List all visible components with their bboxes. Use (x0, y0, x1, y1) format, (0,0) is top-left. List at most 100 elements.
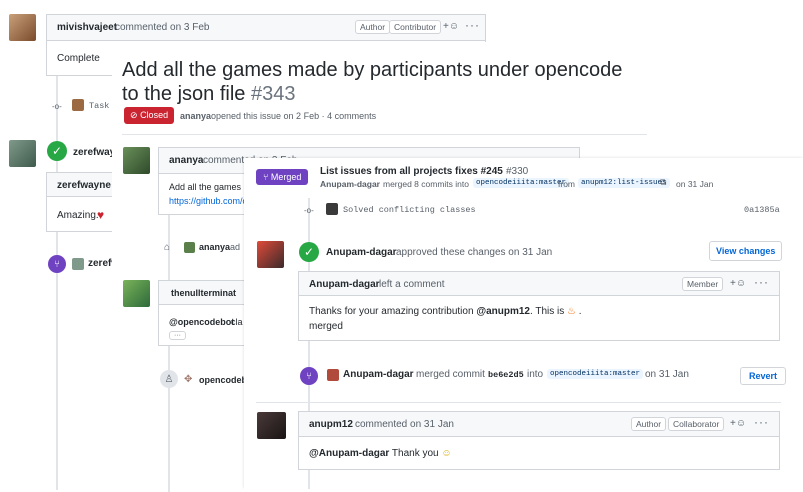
comment-body: @Anupam-dagar Thank you ☺ (298, 436, 780, 470)
comment-text: Add all the games m (169, 182, 252, 192)
avatar[interactable] (123, 280, 150, 307)
opened-author[interactable]: ananya (180, 111, 211, 121)
comment-body: Thanks for your amazing contribution @an… (298, 295, 780, 341)
check-icon: ✓ (299, 242, 319, 262)
merge-icon: ⑂ (48, 255, 66, 273)
view-changes-button[interactable]: View changes (709, 241, 783, 261)
contributor-badge: Contributor (389, 20, 442, 34)
comment-author[interactable]: ananya (169, 155, 203, 166)
event-author[interactable]: ananya (199, 242, 230, 252)
comment-header: anupm12 commented on 31 Jan Author Colla… (298, 411, 780, 436)
add-reaction-icon[interactable]: +☺ (730, 278, 746, 289)
state-merged-badge: ⑂ Merged (256, 169, 309, 185)
merge-text: merged commit (416, 369, 485, 380)
merge-icon: ⑂ (263, 172, 269, 182)
comment-author[interactable]: zerefwayne (57, 180, 111, 191)
smile-icon: ☺ (441, 448, 452, 459)
avatar[interactable] (72, 258, 84, 270)
comment-link[interactable]: https://github.com/o (169, 196, 248, 206)
copy-icon[interactable]: ⧉ (660, 177, 666, 188)
closed-icon: ⊘ (130, 110, 138, 120)
bot-avatar-icon[interactable]: ✥ (184, 374, 192, 385)
tag-icon: ⌂ (164, 242, 171, 253)
merge-text: merged 8 commits into (383, 179, 469, 189)
comment-author[interactable]: anupm12 (309, 419, 353, 430)
comment-text: Thanks for your amazing contribution @an… (309, 306, 582, 317)
user-mention[interactable]: @anupm12 (476, 306, 530, 317)
comment-text: Amazing. (57, 210, 99, 221)
avatar[interactable] (327, 369, 339, 381)
comment-meta: left a comment (379, 279, 445, 290)
comment-header: mivishvajeet commented on 3 Feb Author C… (46, 14, 486, 40)
avatar[interactable] (257, 241, 284, 268)
divider (122, 134, 647, 135)
timeline-line (56, 75, 58, 490)
avatar[interactable] (9, 140, 36, 167)
merge-date: on 31 Jan (645, 369, 689, 380)
review-author[interactable]: Anupam-dagar (326, 247, 397, 258)
base-branch[interactable]: opencodeiiita:master (473, 178, 570, 188)
avatar[interactable] (184, 242, 195, 253)
base-branch[interactable]: opencodeiiita:master (547, 369, 644, 379)
user-mention[interactable]: @Anupam-dagar (309, 448, 389, 459)
comment-text: cla (231, 317, 243, 327)
avatar[interactable] (9, 14, 36, 41)
state-label: Closed (140, 110, 169, 120)
commit-icon: -o- (304, 206, 314, 215)
pr-number: #330 (506, 166, 529, 177)
member-badge: Member (682, 277, 724, 291)
comment-author[interactable]: mivishvajeet (57, 22, 117, 33)
merge-date: on 31 Jan (676, 179, 714, 189)
avatar[interactable] (326, 203, 338, 215)
person-icon: ♙ (160, 370, 178, 388)
comment-text-line2: merged (309, 321, 343, 332)
author-badge: Author (355, 20, 391, 34)
bot-mention[interactable]: @opencodebot (169, 317, 234, 327)
state-label: Merged (270, 172, 302, 182)
merge-author[interactable]: Anupam-dagar (320, 179, 380, 189)
expand-details-button[interactable]: ··· (169, 331, 186, 340)
comment-meta: commented on 3 Feb (115, 22, 210, 33)
avatar[interactable] (72, 99, 84, 111)
event-meta: ad (230, 242, 241, 252)
comment-text-body: Thank you (389, 448, 439, 459)
commit-message[interactable]: Solved conflicting classes (343, 205, 476, 215)
merge-commit-sha[interactable]: be6e2d5 (488, 370, 524, 380)
issue-title-text: Add all the games made by participants u… (122, 59, 623, 105)
state-closed-badge: ⊘ Closed (124, 107, 175, 124)
revert-button[interactable]: Revert (740, 367, 787, 385)
more-options-icon[interactable]: ··· (465, 18, 480, 32)
commit-icon: -o- (52, 102, 62, 111)
more-options-icon[interactable]: ··· (754, 275, 769, 289)
more-options-icon[interactable]: ··· (754, 415, 769, 429)
comment-meta: commented on 31 Jan (355, 419, 454, 430)
add-reaction-icon[interactable]: +☺ (730, 418, 746, 429)
avatar[interactable] (123, 147, 150, 174)
comment-text-post: . This is (529, 306, 565, 317)
comment-author[interactable]: Anupam-dagar (309, 279, 380, 290)
divider (256, 402, 781, 403)
merge-author[interactable]: Anupam-dagar (343, 369, 414, 380)
comment-text: @Anupam-dagar Thank you ☺ (309, 448, 452, 459)
heart-icon: ♥ (97, 208, 105, 222)
merge-icon: ⑂ (300, 367, 318, 385)
event-author[interactable]: opencodeb (199, 375, 247, 385)
add-reaction-icon[interactable]: +☺ (443, 21, 459, 32)
into-text: into (527, 369, 544, 380)
opened-meta: opened this issue on 2 Feb · 4 comments (211, 111, 377, 121)
comment-header: Anupam-dagar left a comment Member +☺ ··… (298, 271, 780, 295)
issue-number: #343 (250, 83, 296, 105)
author-badge: Author (631, 417, 667, 431)
from-text: from (558, 179, 575, 189)
review-meta: approved these changes on 31 Jan (396, 247, 553, 258)
comment-text-pre: Thanks for your amazing contribution (309, 306, 477, 317)
comment-text: Complete (57, 53, 100, 64)
collaborator-badge: Collaborator (668, 417, 725, 431)
pr-title[interactable]: List issues from all projects fixes #245 (320, 166, 503, 177)
comment-author[interactable]: thenullterminat (171, 288, 236, 298)
avatar[interactable] (257, 412, 286, 439)
head-branch[interactable]: anupm12:list-issues (578, 178, 670, 188)
check-icon: ✓ (47, 141, 67, 161)
layer-pr-330: ⑂ Merged List issues from all projects f… (244, 158, 803, 489)
commit-sha[interactable]: 0a1385a (744, 205, 780, 215)
